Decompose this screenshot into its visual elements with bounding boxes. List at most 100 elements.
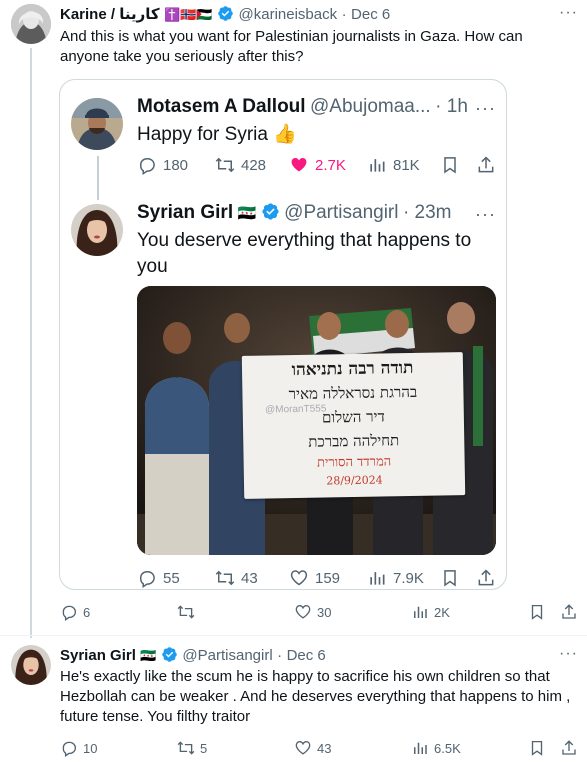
sign-line-1: תודה רבה נתניאהו: [291, 357, 414, 381]
reply-share-button[interactable]: [560, 739, 578, 757]
reply-date[interactable]: Dec 6: [287, 647, 326, 664]
quoted-first-like-count: 2.7K: [315, 156, 346, 174]
verified-badge-icon[interactable]: [217, 5, 234, 22]
reply-icon: [62, 741, 77, 757]
main-retweet-button[interactable]: [177, 603, 200, 621]
avatar-motasem-image: [71, 98, 123, 150]
avatar-syrian-girl[interactable]: [71, 204, 123, 256]
reply-retweet-button[interactable]: 5: [177, 739, 207, 757]
main-like-count: 30: [317, 604, 332, 620]
quoted-first-share-button[interactable]: [476, 155, 496, 175]
avatar-syrian-girl-reply[interactable]: [11, 645, 51, 685]
reply-views-button[interactable]: 6.5K: [411, 739, 461, 757]
quoted-second-bookmark-button[interactable]: [440, 568, 460, 588]
views-icon: [414, 742, 427, 754]
quoted-second-views-count: 7.9K: [393, 569, 424, 587]
quoted-second-text: You deserve everything that happens to y…: [137, 230, 472, 277]
reply-icon: [140, 158, 155, 175]
heart-icon: [295, 605, 311, 619]
main-reply-button[interactable]: 6: [60, 603, 90, 621]
quoted-first-retweet-count: 428: [241, 156, 267, 174]
reply-tweet-header: Syrian Girl 🇸🇾 @Partisangirl · Dec 6: [60, 646, 326, 665]
verified-badge-icon[interactable]: [161, 646, 178, 663]
main-share-button[interactable]: [560, 603, 578, 621]
quoted-second-like-button[interactable]: 159: [289, 568, 340, 588]
avatar-syrian-girl-image: [71, 204, 123, 256]
main-bookmark-button[interactable]: [528, 603, 546, 621]
author-handle[interactable]: @karineisback: [239, 6, 338, 23]
quoted-first-views-button[interactable]: 81K: [367, 155, 420, 175]
quoted-second-more-button[interactable]: ···: [475, 204, 496, 225]
quoted-second-like-count: 159: [315, 569, 341, 587]
quoted-first-reply-button[interactable]: 180: [137, 155, 188, 175]
quoted-photo[interactable]: תודה רבה נתניאהו בהרגת נסראללה מאיר דיר …: [137, 286, 496, 555]
quoted-second-views-button[interactable]: 7.9K: [367, 568, 424, 588]
sign-line-4: תחילהה מברכת: [308, 431, 400, 451]
main-views-button[interactable]: 2K: [411, 603, 450, 621]
quoted-first-bookmark-button[interactable]: [440, 155, 460, 175]
quoted-first-header: Motasem A Dalloul @Abujomaa... · 1h: [137, 96, 468, 118]
share-icon: [478, 156, 494, 173]
quoted-second-flag: 🇸🇾: [237, 205, 257, 222]
photo-watermark: @MoranT555: [264, 403, 327, 416]
reply-like-count: 43: [317, 740, 332, 756]
thread-line: [30, 48, 32, 638]
reply-icon: [140, 571, 155, 588]
quoted-second-retweet-button[interactable]: 43: [215, 568, 258, 588]
quoted-first-time[interactable]: · 1h: [435, 96, 468, 117]
quoted-second-time[interactable]: · 23m: [403, 202, 452, 223]
reply-more-options-button[interactable]: ···: [559, 645, 578, 663]
avatar-karine[interactable]: [11, 4, 51, 44]
bookmark-icon: [531, 740, 543, 756]
tweet-divider: [0, 635, 587, 636]
heart-filled-icon: [291, 158, 307, 172]
reply-tweet-text: He's exactly like the scum he is happy t…: [60, 668, 571, 725]
quoted-tweet-card[interactable]: Motasem A Dalloul @Abujomaa... · 1h ··· …: [59, 79, 507, 590]
separator: ·: [341, 6, 347, 23]
verified-badge-icon[interactable]: [261, 202, 280, 221]
quoted-second-retweet-count: 43: [241, 569, 258, 587]
reply-reply-count: 10: [83, 740, 98, 756]
reply-author-name[interactable]: Syrian Girl: [60, 647, 136, 664]
share-icon: [478, 569, 494, 586]
reply-views-count: 6.5K: [434, 740, 461, 756]
reply-reply-button[interactable]: 10: [60, 739, 97, 757]
quoted-tweet-inner: Motasem A Dalloul @Abujomaa... · 1h ··· …: [60, 80, 506, 589]
quoted-first-views-count: 81K: [393, 156, 420, 174]
views-icon: [370, 159, 385, 172]
reply-author-flag: 🇸🇾: [140, 648, 157, 663]
quoted-second-name[interactable]: Syrian Girl: [137, 202, 233, 223]
reply-like-button[interactable]: 43: [294, 739, 331, 757]
avatar-motasem[interactable]: [71, 98, 123, 150]
quoted-first-reply-count: 180: [163, 156, 189, 174]
author-name[interactable]: Karine / كارينا: [60, 6, 160, 23]
quoted-first-more-button[interactable]: ···: [475, 98, 496, 119]
retweet-icon: [177, 741, 195, 755]
share-icon: [562, 604, 576, 619]
main-reply-count: 6: [83, 604, 91, 620]
reply-icon: [62, 605, 77, 621]
tweet-date[interactable]: Dec 6: [351, 6, 390, 23]
quoted-second-handle[interactable]: @Partisangirl: [284, 202, 398, 223]
reply-author-handle[interactable]: @Partisangirl: [182, 647, 272, 664]
photo-sign: תודה רבה נתניאהו בהרגת נסראללה מאיר דיר …: [241, 352, 466, 499]
quoted-thread-line: [97, 156, 99, 200]
quoted-first-text: Happy for Syria 👍: [137, 124, 297, 145]
avatar-syrian-girl-reply-image: [11, 645, 51, 685]
heart-icon: [295, 741, 311, 755]
retweet-icon: [177, 605, 195, 619]
share-icon: [562, 740, 576, 755]
more-options-button[interactable]: ···: [559, 4, 578, 22]
quoted-second-share-button[interactable]: [476, 568, 496, 588]
quoted-second-reply-button[interactable]: 55: [137, 568, 180, 588]
reply-bookmark-button[interactable]: [528, 739, 546, 757]
reply-separator: ·: [277, 647, 283, 664]
main-like-button[interactable]: 30: [294, 603, 331, 621]
quoted-first-name[interactable]: Motasem A Dalloul: [137, 96, 306, 117]
sign-line-6: 28/9/2024: [326, 473, 383, 488]
quoted-first-handle[interactable]: @Abujomaa...: [310, 96, 431, 117]
main-tweet-text: And this is what you want for Palestinia…: [60, 28, 523, 65]
quoted-first-like-button[interactable]: 2.7K: [289, 155, 346, 175]
quoted-first-retweet-button[interactable]: 428: [215, 155, 266, 175]
main-tweet-header: Karine / كارينا ✝️🇳🇴🇵🇸 @karineisback · D…: [60, 5, 390, 24]
